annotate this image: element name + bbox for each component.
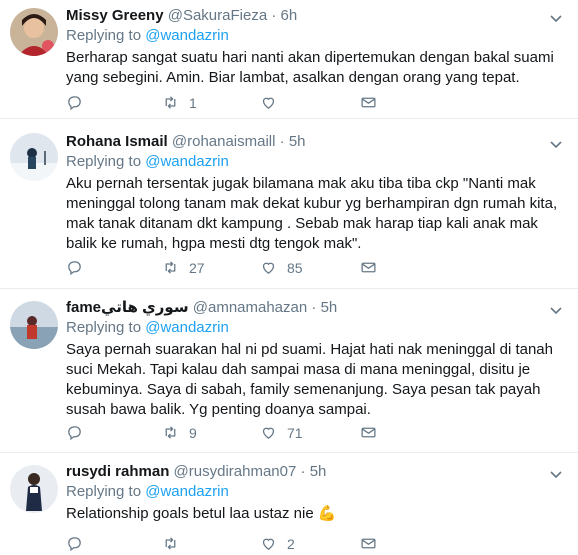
mention-link[interactable]: @wandazrin xyxy=(145,27,229,44)
tweet-content: fameسوري هاتي @amnamahazan · 5h Replying… xyxy=(66,298,566,420)
dm-button[interactable] xyxy=(360,535,377,552)
separator-dot: · xyxy=(279,133,285,150)
user-handle[interactable]: @rusydirahman07 xyxy=(174,463,297,480)
user-handle[interactable]: @amnamahazan xyxy=(193,299,307,316)
like-count: 71 xyxy=(287,424,303,441)
reply-tweet[interactable]: rusydi rahman @rusydirahman07 · 5h Reply… xyxy=(0,453,578,553)
tweet-text: Berharap sangat suatu hari nanti akan di… xyxy=(66,48,566,88)
avatar[interactable] xyxy=(10,8,58,56)
replying-to: Replying to @wandazrin xyxy=(66,26,566,46)
timestamp[interactable]: 5h xyxy=(289,133,306,150)
tweet-content: Missy Greeny @SakuraFieza · 6h Replying … xyxy=(66,6,566,88)
retweet-button[interactable]: 1 xyxy=(162,94,197,111)
timestamp[interactable]: 6h xyxy=(281,7,298,24)
like-count: 85 xyxy=(287,259,303,276)
like-button[interactable]: 85 xyxy=(260,259,303,276)
tweet-text-body: Saya pernah suarakan hal ni pd suami. Ha… xyxy=(66,341,553,418)
reply-button[interactable] xyxy=(66,535,93,552)
reply-icon xyxy=(68,261,81,276)
replying-to: Replying to @wandazrin xyxy=(66,152,566,172)
display-name[interactable]: fameسوري هاتي xyxy=(66,299,189,316)
retweet-icon xyxy=(165,426,176,439)
tweet-text-body: Berharap sangat suatu hari nanti akan di… xyxy=(66,49,554,86)
reply-button[interactable] xyxy=(66,94,93,111)
replying-to: Replying to @wandazrin xyxy=(66,482,566,502)
replying-label: Replying to xyxy=(66,27,142,44)
tweet-text: Saya pernah suarakan hal ni pd suami. Ha… xyxy=(66,340,566,420)
reply-icon xyxy=(68,426,81,441)
replying-label: Replying to xyxy=(66,153,142,170)
chevron-down-icon[interactable] xyxy=(548,466,564,482)
retweet-icon xyxy=(165,537,176,550)
avatar[interactable] xyxy=(10,465,58,513)
reply-icon xyxy=(68,96,81,111)
tweet-header: Missy Greeny @SakuraFieza · 6h xyxy=(66,6,566,26)
user-handle[interactable]: @rohanaismaill xyxy=(172,133,276,150)
mail-icon xyxy=(361,97,376,108)
dm-button[interactable] xyxy=(360,259,377,276)
tweet-header: fameسوري هاتي @amnamahazan · 5h xyxy=(66,298,566,318)
retweet-button[interactable]: 9 xyxy=(162,424,197,441)
display-name[interactable]: Missy Greeny xyxy=(66,7,164,24)
dm-button[interactable] xyxy=(360,424,377,441)
timestamp[interactable]: 5h xyxy=(310,463,327,480)
reply-tweet[interactable]: Rohana Ismail @rohanaismaill · 5h Replyi… xyxy=(0,119,578,289)
retweet-button[interactable] xyxy=(162,535,189,552)
tweet-text: Relationship goals betul laa ustaz nie 💪 xyxy=(66,504,566,524)
retweet-icon xyxy=(165,261,176,274)
chevron-down-icon[interactable] xyxy=(548,136,564,152)
reply-tweet[interactable]: Missy Greeny @SakuraFieza · 6h Replying … xyxy=(0,0,578,119)
separator-dot: · xyxy=(271,7,277,24)
display-name[interactable]: Rohana Ismail xyxy=(66,133,168,150)
like-button[interactable]: 71 xyxy=(260,424,303,441)
reply-icon xyxy=(68,537,81,552)
replying-to: Replying to @wandazrin xyxy=(66,318,566,338)
avatar[interactable] xyxy=(10,301,58,349)
separator-dot: · xyxy=(311,299,317,316)
reply-tweet[interactable]: fameسوري هاتي @amnamahazan · 5h Replying… xyxy=(0,289,578,453)
retweet-icon xyxy=(165,96,176,109)
user-handle[interactable]: @SakuraFieza xyxy=(168,7,267,24)
separator-dot: · xyxy=(300,463,306,480)
mail-icon xyxy=(361,538,376,549)
tweet-text-body: Relationship goals betul laa ustaz nie 💪 xyxy=(66,505,337,522)
mail-icon xyxy=(361,427,376,438)
dm-button[interactable] xyxy=(360,94,377,111)
replies-feed: Missy Greeny @SakuraFieza · 6h Replying … xyxy=(0,0,578,553)
like-count: 2 xyxy=(287,535,295,552)
tweet-text-body: Aku pernah tersentak jugak bilamana mak … xyxy=(66,175,558,252)
tweet-header: Rohana Ismail @rohanaismaill · 5h xyxy=(66,132,566,152)
tweet-content: Rohana Ismail @rohanaismaill · 5h Replyi… xyxy=(66,132,566,254)
retweet-count: 9 xyxy=(189,424,197,441)
avatar[interactable] xyxy=(10,133,58,181)
mention-link[interactable]: @wandazrin xyxy=(145,319,229,336)
retweet-button[interactable]: 27 xyxy=(162,259,205,276)
mention-link[interactable]: @wandazrin xyxy=(145,483,229,500)
heart-icon xyxy=(262,427,275,439)
retweet-count: 1 xyxy=(189,94,197,111)
mail-icon xyxy=(361,262,376,273)
chevron-down-icon[interactable] xyxy=(548,10,564,26)
replying-label: Replying to xyxy=(66,483,142,500)
like-button[interactable]: 2 xyxy=(260,535,295,552)
reply-button[interactable] xyxy=(66,424,93,441)
heart-icon xyxy=(262,538,275,550)
display-name[interactable]: rusydi rahman xyxy=(66,463,169,480)
retweet-count: 27 xyxy=(189,259,205,276)
heart-icon xyxy=(262,97,275,109)
tweet-text: Aku pernah tersentak jugak bilamana mak … xyxy=(66,174,566,254)
tweet-header: rusydi rahman @rusydirahman07 · 5h xyxy=(66,462,566,482)
replying-label: Replying to xyxy=(66,319,142,336)
timestamp[interactable]: 5h xyxy=(321,299,338,316)
tweet-content: rusydi rahman @rusydirahman07 · 5h Reply… xyxy=(66,462,566,524)
chevron-down-icon[interactable] xyxy=(548,302,564,318)
heart-icon xyxy=(262,262,275,274)
reply-button[interactable] xyxy=(66,259,93,276)
like-button[interactable] xyxy=(260,94,287,111)
mention-link[interactable]: @wandazrin xyxy=(145,153,229,170)
